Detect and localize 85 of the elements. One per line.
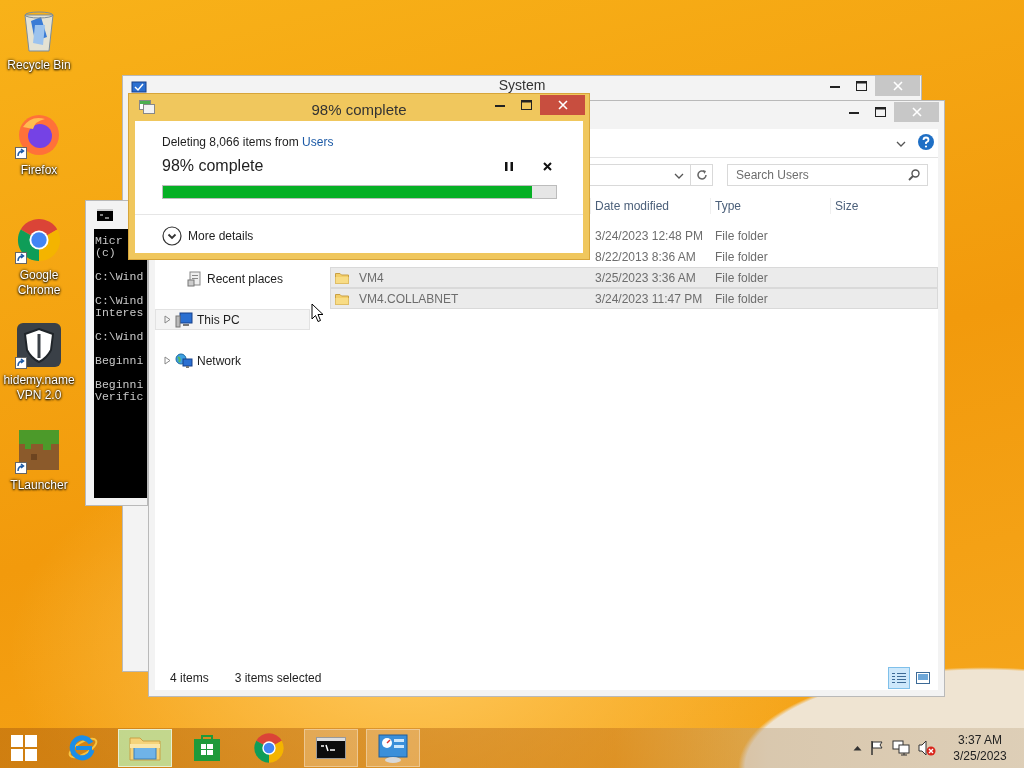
folder-icon	[335, 292, 349, 305]
column-header[interactable]: Type	[710, 197, 830, 214]
control-panel-icon	[377, 732, 409, 764]
terminal-icon	[316, 737, 346, 759]
console-line: Beginni	[95, 355, 145, 367]
shortcut-arrow-icon	[15, 462, 27, 474]
console-line: Interes	[95, 307, 145, 319]
shortcut-arrow-icon	[15, 357, 27, 369]
pause-icon	[505, 161, 513, 171]
date-cell-text: 3/24/2023 11:47 PM	[594, 291, 704, 306]
minimize-icon	[494, 103, 505, 107]
maximize-icon	[856, 81, 867, 91]
type-cell-text: File folder	[714, 228, 769, 243]
console-line: C:\Wind	[95, 331, 145, 343]
computer-icon	[175, 311, 193, 328]
search-field[interactable]: Search Users	[727, 164, 928, 186]
shield-icon	[16, 322, 62, 368]
close-icon	[542, 161, 552, 171]
console-line: Micr	[95, 235, 124, 247]
folder-icon	[335, 271, 349, 284]
console-line: Beginni	[95, 379, 145, 391]
copy-icon	[139, 100, 155, 114]
close-icon	[892, 81, 903, 91]
clock-time[interactable]: 3:37 AM	[958, 732, 1002, 748]
refresh-icon	[695, 169, 708, 181]
nav-item[interactable]: Recent places	[155, 268, 310, 289]
network-icon	[892, 740, 910, 756]
date-cell-text: 8/22/2013 8:36 AM	[594, 249, 697, 264]
date-cell-text: 3/24/2023 12:48 PM	[594, 228, 705, 243]
chevron-down-icon	[896, 141, 906, 147]
console-line: (c)	[95, 247, 117, 259]
browser-icon	[17, 113, 61, 157]
clock-date[interactable]: 3/25/2023	[953, 748, 1007, 764]
help-icon	[918, 133, 934, 150]
windows-logo-icon	[11, 735, 37, 761]
file-row[interactable]: VM4.COLLABNET 3/24/2023 11:47 PM File folder	[330, 288, 938, 309]
more-details-button[interactable]: More details	[162, 226, 254, 246]
item-count: 4 items	[170, 671, 209, 685]
browser-icon	[253, 732, 285, 764]
selection-count: 3 items selected	[234, 671, 322, 685]
type-cell-text: File folder	[714, 291, 769, 306]
help-button[interactable]	[918, 133, 934, 153]
grass-block-icon	[17, 428, 61, 472]
documents-icon	[187, 270, 203, 287]
console-line: Verific	[95, 391, 145, 403]
shortcut-arrow-icon	[15, 252, 27, 264]
dropdown-chevron-icon	[674, 173, 684, 179]
file-name: VM4.COLLABNET	[358, 291, 459, 306]
dialog-title: 98% complete	[311, 100, 407, 118]
terminal-icon	[97, 209, 113, 221]
nav-item[interactable]: This PC	[155, 309, 310, 330]
details-view-icon	[892, 672, 906, 684]
network-icon	[175, 352, 193, 369]
console-line: C:\Wind	[95, 295, 145, 307]
date-cell-text: 3/25/2023 3:36 AM	[594, 270, 697, 285]
type-cell-text: File folder	[714, 249, 769, 264]
source-link[interactable]: Users	[302, 135, 334, 149]
console-line: C:\Wind	[95, 271, 145, 283]
nav-item[interactable]: Network	[155, 350, 310, 371]
type-cell-text: File folder	[714, 270, 769, 285]
image-view-icon	[916, 672, 930, 684]
file-row[interactable]: VM4 3/25/2023 3:36 AM File folder	[330, 267, 938, 288]
close-icon	[557, 100, 568, 110]
window-title: System	[497, 76, 547, 93]
flag-icon	[870, 740, 884, 756]
progress-message: Deleting 8,066 items from Users	[162, 135, 335, 149]
speaker-icon	[918, 740, 936, 756]
progress-status: 98% complete	[162, 157, 265, 175]
chevron-circle-icon	[162, 226, 182, 246]
mouse-pointer-icon	[311, 303, 324, 323]
file-name: VM4	[358, 270, 384, 285]
close-icon	[911, 107, 922, 117]
maximize-icon	[875, 107, 886, 117]
search-icon	[908, 169, 920, 181]
browser-icon	[16, 217, 62, 263]
minimize-icon	[848, 110, 859, 114]
minimize-icon	[829, 84, 840, 88]
shortcut-arrow-icon	[15, 147, 27, 159]
caret-up-icon	[853, 745, 862, 751]
taskbar-button[interactable]	[304, 729, 358, 767]
column-header[interactable]: Size	[830, 197, 905, 214]
shopping-bag-icon	[192, 733, 222, 763]
view-button[interactable]	[888, 667, 910, 689]
maximize-icon	[521, 100, 532, 110]
computer-icon	[131, 81, 147, 95]
